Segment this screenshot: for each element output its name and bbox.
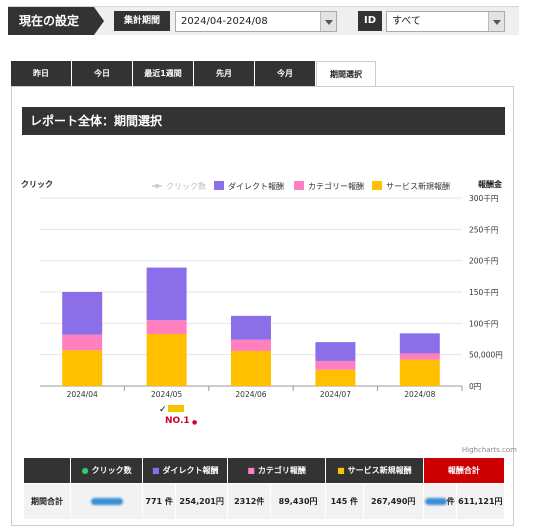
category-square-icon: ■ — [247, 466, 255, 475]
row-label: 期間合計 — [23, 483, 71, 520]
legend-label: ダイレクト報酬 — [228, 181, 284, 191]
x-axis-tick-label: 2024/05 — [151, 390, 182, 399]
bar-category — [146, 320, 187, 334]
right-axis-tick-label: 0円 — [469, 382, 481, 391]
chart-legend: クリック数 ダイレクト報酬 カテゴリー報酬 サービス新規報酬 — [152, 181, 450, 191]
no1-badge-logo: ✓ NO.1 ● — [159, 405, 197, 426]
right-axis-tick-label: 100千円 — [469, 318, 498, 328]
direct-count: 771 件 — [142, 483, 176, 520]
legend-square-marker — [294, 181, 304, 190]
right-axis-tick-label: 300千円 — [469, 193, 498, 203]
x-axis-tick-label: 2024/08 — [404, 390, 435, 399]
table-header-row: ● クリック数 ■ ダイレクト報酬 ■ カテゴリ報酬 ■ サービス新規報酬 報酬合計 — [23, 457, 506, 484]
legend-label: カテゴリー報酬 — [308, 181, 364, 191]
service-count: 145 件 — [324, 483, 364, 520]
bar-direct — [146, 267, 187, 321]
x-axis-tick-label: 2024/06 — [235, 390, 266, 399]
x-axis-tick-label: 2024/07 — [320, 390, 351, 399]
direct-amount: 254,201円 — [174, 483, 229, 520]
legend-square-marker — [214, 181, 224, 190]
total-count: 件 — [422, 483, 457, 520]
legend-label: サービス新規報酬 — [386, 181, 450, 191]
service-amount: 267,490円 — [362, 483, 424, 520]
category-count: 2312件 — [227, 483, 272, 520]
category-amount: 89,430円 — [270, 483, 326, 520]
legend-label: クリック数 — [166, 181, 206, 191]
bar-direct — [231, 315, 271, 340]
table-row: 期間合計 771 件 254,201円 2312件 89,430円 145 件 … — [23, 483, 506, 520]
table-header-total: 報酬合計 — [422, 457, 506, 484]
report-chart: 300千円 250千円 200千円 150千円 100千円 50,000円 0円 2024/… — [21, 179, 503, 399]
total-amount: 611,121円 — [455, 483, 506, 520]
x-axis-tick-label: 2024/04 — [67, 390, 98, 399]
right-axis-tick-label: 150千円 — [469, 287, 498, 297]
bar-category — [62, 334, 103, 351]
bar-direct — [315, 342, 356, 361]
bar-service — [399, 359, 440, 386]
table-header-category: ■ カテゴリ報酬 — [227, 457, 326, 484]
legend-square-marker — [372, 181, 382, 190]
right-axis-tick-label: 250千円 — [469, 224, 498, 234]
legend-dot-marker — [154, 183, 160, 189]
table-header-service: ■ サービス新規報酬 — [324, 457, 424, 484]
bar-service — [146, 333, 187, 386]
bar-category — [399, 353, 440, 360]
clicks-value-redacted — [69, 483, 144, 520]
bar-service — [315, 369, 356, 386]
bar-service — [62, 350, 103, 386]
table-header-blank — [23, 457, 71, 484]
svg-text:NO.1: NO.1 — [165, 416, 190, 426]
right-axis-tick-label: 200千円 — [469, 256, 498, 266]
direct-square-icon: ■ — [151, 466, 160, 475]
right-axis-label: 報酬金 — [478, 179, 503, 189]
table-header-direct: ■ ダイレクト報酬 — [142, 457, 229, 484]
svg-text:✓: ✓ — [159, 405, 167, 415]
chart-bars: 2024/04 2024/05 2024/06 2024/07 2024/08 — [62, 267, 463, 399]
bar-direct — [62, 292, 103, 335]
right-axis-tick-label: 50,000円 — [469, 351, 503, 360]
chart-credit: Highcharts.com — [461, 446, 517, 454]
svg-text:●: ● — [192, 419, 197, 426]
bar-category — [231, 339, 271, 351]
bar-service — [231, 350, 271, 386]
clicks-dot-icon: ● — [81, 466, 89, 475]
service-square-icon: ■ — [337, 466, 345, 475]
bar-category — [315, 360, 356, 370]
bar-direct — [399, 333, 440, 354]
table-header-clicks: ● クリック数 — [69, 457, 144, 484]
left-axis-label: クリック — [21, 179, 53, 189]
summary-table: ● クリック数 ■ ダイレクト報酬 ■ カテゴリ報酬 ■ サービス新規報酬 報酬合計 期… — [23, 457, 506, 520]
